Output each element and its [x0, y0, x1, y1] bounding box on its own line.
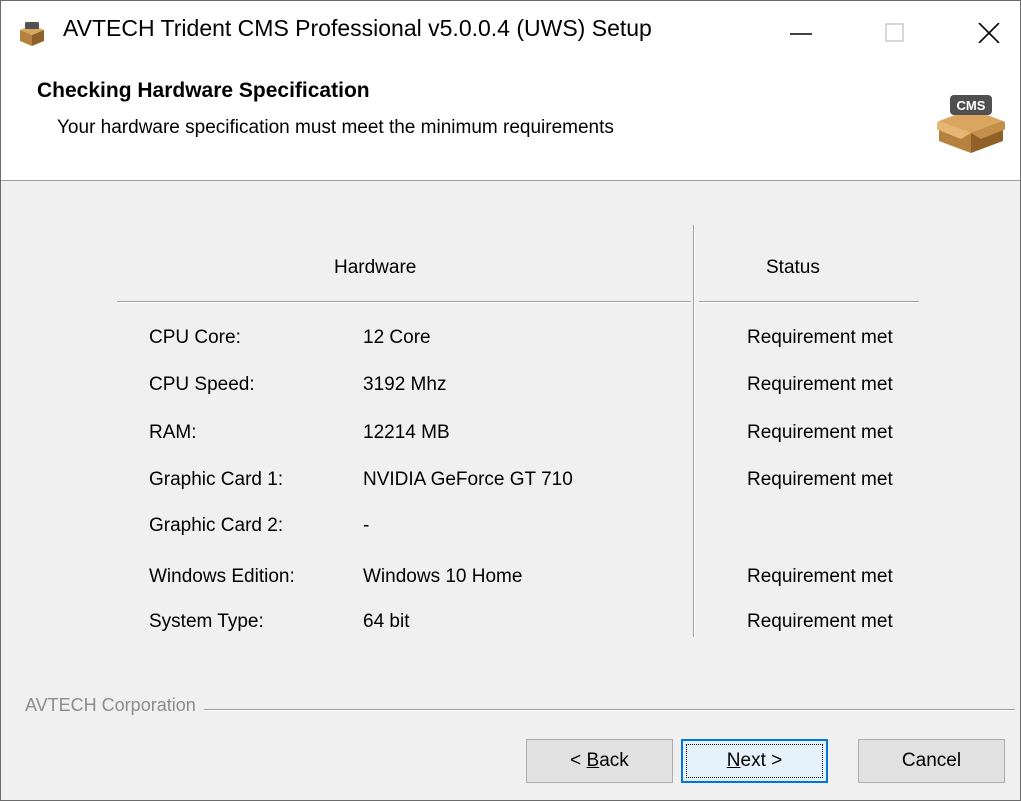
page-subtitle: Your hardware specification must meet th… — [57, 117, 614, 138]
status-text: Requirement met — [747, 327, 893, 348]
hardware-value: 3192 Mhz — [363, 374, 447, 395]
back-mnemonic: B — [586, 750, 600, 771]
hardware-value: Windows 10 Home — [363, 566, 523, 587]
hardware-column-header: Hardware — [334, 257, 417, 278]
hardware-value: 64 bit — [363, 611, 410, 632]
hardware-value: 12214 MB — [363, 422, 450, 443]
hardware-header-divider — [117, 301, 691, 303]
hardware-value: - — [363, 515, 370, 536]
back-prefix: < — [570, 750, 587, 771]
app-box-icon — [20, 22, 44, 46]
table-row: CPU Core: 12 Core Requirement met — [1, 327, 1020, 357]
table-row: System Type: 64 bit Requirement met — [1, 611, 1020, 641]
table-row: Graphic Card 2: - — [1, 515, 1020, 545]
title-bar[interactable]: AVTECH Trident CMS Professional v5.0.0.4… — [1, 1, 1020, 65]
close-button[interactable] — [959, 9, 1019, 57]
status-text: Requirement met — [747, 611, 893, 632]
status-text: Requirement met — [747, 566, 893, 587]
hardware-label: Windows Edition: — [149, 566, 295, 587]
status-header-divider — [699, 301, 919, 303]
focus-rectangle — [686, 744, 823, 778]
back-button[interactable]: < Back — [526, 739, 673, 783]
hardware-label: CPU Core: — [149, 327, 241, 348]
svg-text:CMS: CMS — [957, 98, 986, 113]
hardware-label: CPU Speed: — [149, 374, 255, 395]
table-row: Windows Edition: Windows 10 Home Require… — [1, 566, 1020, 596]
page-title: Checking Hardware Specification — [37, 79, 370, 102]
next-button[interactable]: Next > — [681, 739, 828, 783]
hardware-label: RAM: — [149, 422, 197, 443]
window-title: AVTECH Trident CMS Professional v5.0.0.4… — [63, 15, 652, 41]
cms-box-icon: CMS — [937, 95, 1005, 153]
wizard-header: Checking Hardware Specification Your har… — [1, 65, 1020, 181]
cancel-button[interactable]: Cancel — [858, 739, 1005, 783]
hardware-label: Graphic Card 1: — [149, 469, 284, 490]
hardware-value: NVIDIA GeForce GT 710 — [363, 469, 573, 490]
table-row: Graphic Card 1: NVIDIA GeForce GT 710 Re… — [1, 469, 1020, 499]
status-column-header: Status — [766, 257, 820, 278]
company-label: AVTECH Corporation — [25, 695, 204, 716]
hardware-label: Graphic Card 2: — [149, 515, 284, 536]
installer-window: AVTECH Trident CMS Professional v5.0.0.4… — [0, 0, 1021, 801]
table-row: CPU Speed: 3192 Mhz Requirement met — [1, 374, 1020, 404]
table-row: RAM: 12214 MB Requirement met — [1, 422, 1020, 452]
hardware-label: System Type: — [149, 611, 264, 632]
minimize-icon — [790, 33, 812, 35]
maximize-button[interactable] — [865, 9, 925, 57]
hardware-value: 12 Core — [363, 327, 431, 348]
close-icon — [978, 23, 1000, 43]
back-label-rest: ack — [599, 750, 629, 771]
status-text: Requirement met — [747, 374, 893, 395]
status-text: Requirement met — [747, 469, 893, 490]
minimize-button[interactable] — [771, 9, 831, 57]
status-text: Requirement met — [747, 422, 893, 443]
maximize-icon — [885, 23, 904, 42]
